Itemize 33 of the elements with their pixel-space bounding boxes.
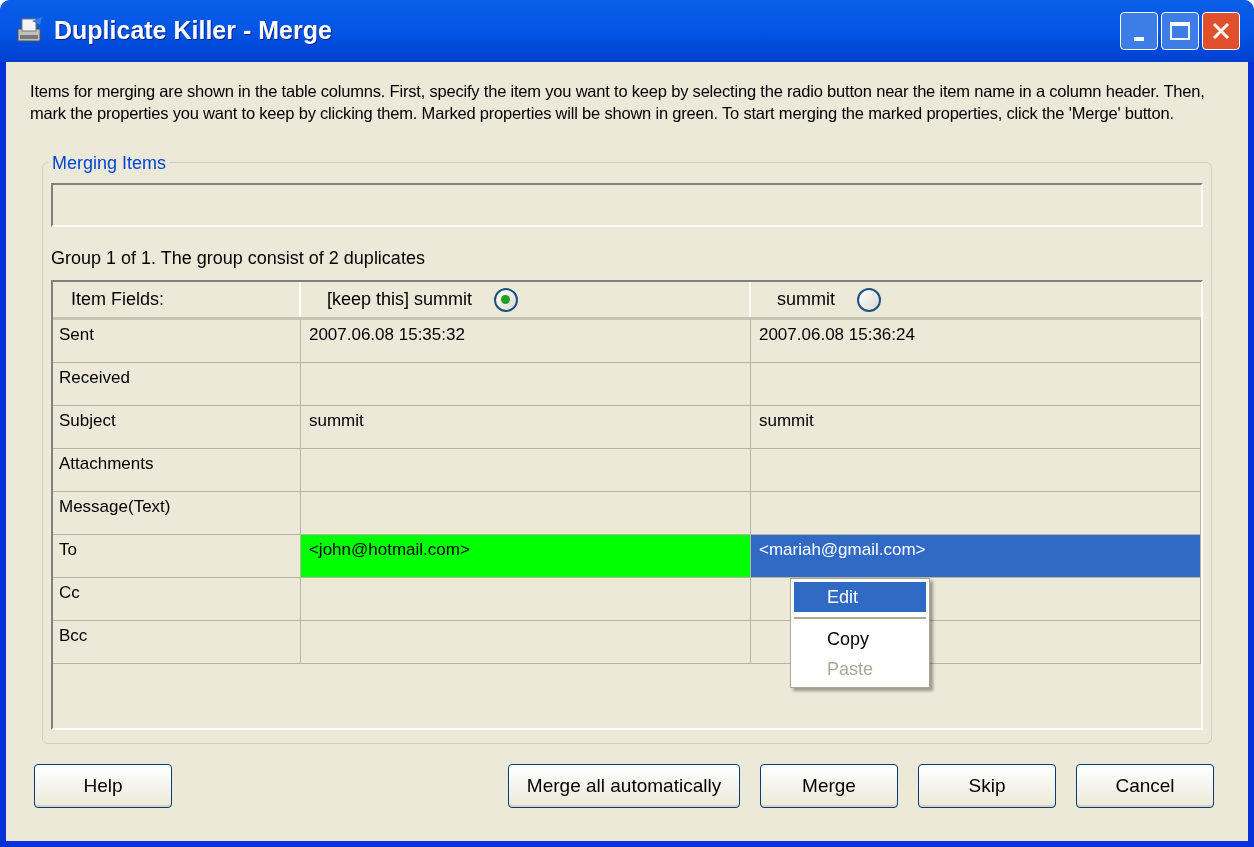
- field-name-cell: Subject: [53, 406, 301, 448]
- dialog-button[interactable]: Merge all automatically: [508, 764, 740, 808]
- value-cell[interactable]: 2007.06.08 15:35:32: [300, 320, 751, 362]
- window-title: Duplicate Killer - Merge: [54, 15, 333, 47]
- value-cell[interactable]: <mariah@gmail.com>: [750, 535, 1201, 577]
- close-icon: [1211, 21, 1231, 41]
- column-label: summit: [776, 288, 835, 311]
- value-cell[interactable]: 2007.06.08 15:36:24: [750, 320, 1201, 362]
- radio-button[interactable]: [494, 287, 518, 312]
- value-cell[interactable]: summit: [300, 406, 751, 448]
- maximize-button[interactable]: [1161, 12, 1199, 50]
- field-name-cell: Bcc: [53, 621, 301, 663]
- dialog-button[interactable]: Merge: [760, 764, 898, 808]
- field-name-cell: Sent: [53, 320, 301, 362]
- dialog-button[interactable]: Skip: [918, 764, 1056, 808]
- menu-item[interactable]: Edit: [794, 582, 926, 612]
- value-cell[interactable]: <john@hotmail.com>: [300, 535, 751, 577]
- menu-item[interactable]: Copy: [794, 624, 926, 654]
- field-name-cell: Cc: [53, 578, 301, 620]
- minimize-button[interactable]: [1120, 12, 1158, 50]
- column-label: [keep this] summit: [326, 288, 472, 311]
- radio-button[interactable]: [856, 287, 881, 312]
- field-name-cell: Message(Text): [53, 492, 301, 534]
- instructions-text: Items for merging are shown in the table columns. First, specify the item you want to keep by selecting the radio button near the item name in a column header. Then, mark the properties you want to keep by clicking them. Marked properties will be shown in green. To start merging the marked properties, click the 'Merge' button.: [30, 81, 1206, 124]
- dialog-button[interactable]: Help: [34, 764, 172, 808]
- value-cell[interactable]: summit: [750, 406, 1201, 448]
- column-header: Item Fields:: [53, 282, 301, 317]
- group-info-text: Group 1 of 1. The group consist of 2 duplicates: [51, 247, 426, 270]
- close-button[interactable]: [1202, 12, 1240, 50]
- field-name-cell: Received: [53, 363, 301, 405]
- field-name-cell: To: [53, 535, 301, 577]
- field-name-cell: Attachments: [53, 449, 301, 491]
- dialog-button[interactable]: Cancel: [1076, 764, 1214, 808]
